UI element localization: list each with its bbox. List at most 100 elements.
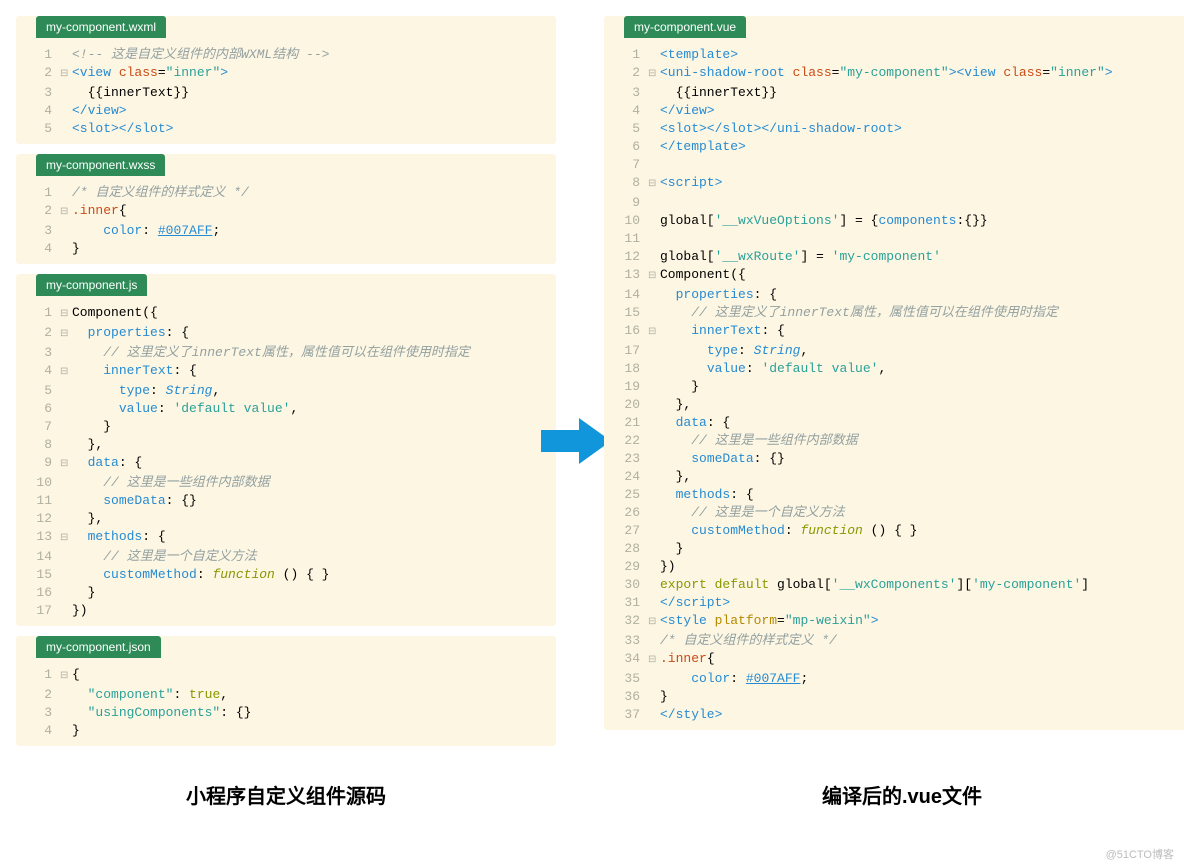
code-wxss: 1/* 自定义组件的样式定义 */2⊟.inner{3 color: #007A… xyxy=(16,184,556,258)
code-line: 16⊟ innerText: { xyxy=(612,322,1184,342)
line-number: 3 xyxy=(24,344,60,362)
code-line: 3 {{innerText}} xyxy=(612,84,1184,102)
line-number: 13 xyxy=(612,266,648,284)
fold-icon[interactable]: ⊟ xyxy=(60,530,72,548)
code-line: 2⊟.inner{ xyxy=(24,202,548,222)
code-line: 22 // 这里是一些组件内部数据 xyxy=(612,432,1184,450)
code-text: innerText: { xyxy=(72,362,197,380)
code-text: // 这里是一个自定义方法 xyxy=(660,504,845,522)
line-number: 10 xyxy=(24,474,60,492)
code-line: 3 // 这里定义了innerText属性，属性值可以在组件使用时指定 xyxy=(24,344,548,362)
fold-icon[interactable]: ⊟ xyxy=(648,614,660,632)
code-line: 13⊟ methods: { xyxy=(24,528,548,548)
code-wxml: 1<!-- 这是自定义组件的内部WXML结构 -->2⊟<view class=… xyxy=(16,46,556,138)
line-number: 31 xyxy=(612,594,648,612)
code-line: 4 </view> xyxy=(612,102,1184,120)
line-number: 15 xyxy=(612,304,648,322)
line-number: 7 xyxy=(24,418,60,436)
fold-icon[interactable]: ⊟ xyxy=(60,364,72,382)
fold-icon[interactable]: ⊟ xyxy=(648,652,660,670)
fold-icon[interactable]: ⊟ xyxy=(60,66,72,84)
code-text: // 这里是一些组件内部数据 xyxy=(72,474,270,492)
code-line: 31</script> xyxy=(612,594,1184,612)
line-number: 9 xyxy=(24,454,60,472)
code-text: } xyxy=(72,722,80,740)
line-number: 3 xyxy=(24,84,60,102)
code-line: 15 customMethod: function () { } xyxy=(24,566,548,584)
code-line: 12global['__wxRoute'] = 'my-component' xyxy=(612,248,1184,266)
code-text: value: 'default value', xyxy=(660,360,886,378)
captions: 小程序自定义组件源码 编译后的.vue文件 xyxy=(16,780,1184,809)
panel-vue: my-component.vue 1<template>2⊟<uni-shado… xyxy=(604,16,1184,730)
code-line: 35 color: #007AFF; xyxy=(612,670,1184,688)
code-line: 8 }, xyxy=(24,436,548,454)
code-text: .inner{ xyxy=(72,202,127,220)
code-text: global['__wxRoute'] = 'my-component' xyxy=(660,248,941,266)
code-text: global['__wxVueOptions'] = {components:{… xyxy=(660,212,988,230)
caption-left: 小程序自定义组件源码 xyxy=(16,780,556,809)
fold-icon[interactable]: ⊟ xyxy=(60,326,72,344)
line-number: 4 xyxy=(612,102,648,120)
code-text: <view class="inner"> xyxy=(72,64,228,82)
code-text: } xyxy=(72,240,80,258)
fold-icon[interactable]: ⊟ xyxy=(60,456,72,474)
fold-icon[interactable]: ⊟ xyxy=(60,306,72,324)
line-number: 10 xyxy=(612,212,648,230)
line-number: 5 xyxy=(24,120,60,138)
code-text: <!-- 这是自定义组件的内部WXML结构 --> xyxy=(72,46,329,64)
code-line: 2⊟<view class="inner"> xyxy=(24,64,548,84)
code-line: 7 xyxy=(612,156,1184,174)
line-number: 5 xyxy=(612,120,648,138)
line-number: 4 xyxy=(24,362,60,380)
code-text: } xyxy=(72,418,111,436)
line-number: 14 xyxy=(24,548,60,566)
code-line: 1/* 自定义组件的样式定义 */ xyxy=(24,184,548,202)
code-line: 3 {{innerText}} xyxy=(24,84,548,102)
code-line: 18 value: 'default value', xyxy=(612,360,1184,378)
code-line: 14 properties: { xyxy=(612,286,1184,304)
fold-icon[interactable]: ⊟ xyxy=(648,268,660,286)
code-text: <slot></slot></uni-shadow-root> xyxy=(660,120,902,138)
code-line: 4} xyxy=(24,722,548,740)
code-text: // 这里是一个自定义方法 xyxy=(72,548,257,566)
code-line: 5 <slot></slot></uni-shadow-root> xyxy=(612,120,1184,138)
fold-icon[interactable]: ⊟ xyxy=(60,204,72,222)
panel-wxml: my-component.wxml 1<!-- 这是自定义组件的内部WXML结构… xyxy=(16,16,556,144)
code-text: someData: {} xyxy=(660,450,785,468)
line-number: 24 xyxy=(612,468,648,486)
line-number: 8 xyxy=(24,436,60,454)
line-number: 17 xyxy=(612,342,648,360)
code-text: } xyxy=(660,688,668,706)
code-line: 17}) xyxy=(24,602,548,620)
code-line: 33/* 自定义组件的样式定义 */ xyxy=(612,632,1184,650)
tab-wxml: my-component.wxml xyxy=(36,16,166,38)
line-number: 6 xyxy=(612,138,648,156)
code-text: <uni-shadow-root class="my-component"><v… xyxy=(660,64,1113,82)
code-text: // 这里定义了innerText属性，属性值可以在组件使用时指定 xyxy=(660,304,1058,322)
code-line: 14 // 这里是一个自定义方法 xyxy=(24,548,548,566)
line-number: 2 xyxy=(612,64,648,82)
line-number: 7 xyxy=(612,156,648,174)
tab-json: my-component.json xyxy=(36,636,161,658)
code-text: </view> xyxy=(660,102,715,120)
code-line: 7 } xyxy=(24,418,548,436)
code-text: }) xyxy=(72,602,88,620)
code-line: 4⊟ innerText: { xyxy=(24,362,548,382)
line-number: 32 xyxy=(612,612,648,630)
code-line: 13⊟Component({ xyxy=(612,266,1184,286)
fold-icon[interactable]: ⊟ xyxy=(648,324,660,342)
line-number: 36 xyxy=(612,688,648,706)
line-number: 19 xyxy=(612,378,648,396)
line-number: 13 xyxy=(24,528,60,546)
main-container: my-component.wxml 1<!-- 这是自定义组件的内部WXML结构… xyxy=(16,16,1184,756)
code-text: }, xyxy=(72,436,103,454)
code-text: // 这里是一些组件内部数据 xyxy=(660,432,858,450)
fold-icon[interactable]: ⊟ xyxy=(60,668,72,686)
code-line: 6</template> xyxy=(612,138,1184,156)
code-line: 25 methods: { xyxy=(612,486,1184,504)
code-text: }, xyxy=(660,468,691,486)
code-line: 32⊟<style platform="mp-weixin"> xyxy=(612,612,1184,632)
fold-icon[interactable]: ⊟ xyxy=(648,66,660,84)
fold-icon[interactable]: ⊟ xyxy=(648,176,660,194)
code-text: }, xyxy=(660,396,691,414)
